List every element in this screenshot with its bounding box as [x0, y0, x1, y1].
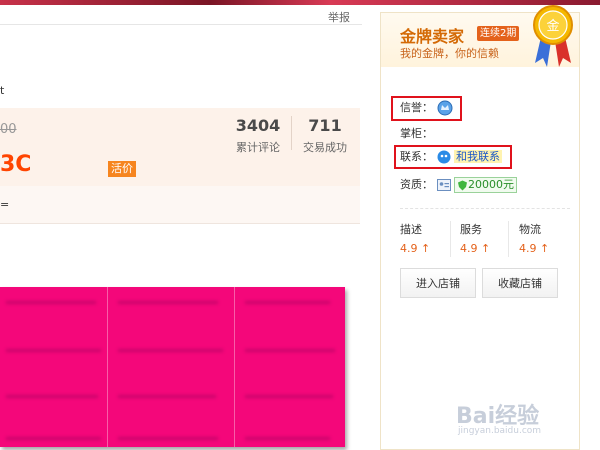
crown-rank-icon[interactable] [437, 100, 453, 116]
arrow-up-icon: ↑ [481, 242, 491, 255]
score-label: 物流 [519, 223, 541, 236]
original-price: 00 [0, 122, 17, 137]
consecutive-badge: 连续2期 [477, 26, 520, 41]
redacted-column-divider [107, 287, 108, 447]
truncated-text: = [0, 198, 10, 211]
redacted-cell [6, 349, 101, 352]
arrow-up-icon: ↑ [540, 242, 550, 255]
redacted-cell [245, 301, 330, 304]
redacted-cell [118, 395, 216, 398]
redacted-cell [118, 437, 218, 440]
score-logistics: 物流 4.9 ↑ [519, 221, 577, 255]
redacted-cell [245, 349, 335, 352]
stat-label: 累计评论 [236, 141, 280, 154]
report-link[interactable]: 举报 [328, 9, 350, 25]
redacted-table [0, 287, 345, 447]
redacted-cell [6, 301, 96, 304]
gold-seller-title: 金牌卖家 [400, 27, 465, 46]
price-box: 00 3C 活价 3404 累计评论 711 交易成功 [0, 108, 360, 186]
contact-label: 联系： [400, 150, 433, 163]
redacted-cell [245, 395, 333, 398]
redacted-cell [6, 395, 98, 398]
score-separator [508, 221, 509, 257]
seller-panel: 金牌卖家 连续2期 我的金牌，你的信赖 金 信誉： 掌柜： 联系： 和我联系 资… [380, 5, 580, 450]
keeper-label: 掌柜： [400, 127, 433, 140]
truncated-text: t [0, 84, 5, 97]
qualification-label: 资质： [400, 178, 433, 191]
promo-row: = [0, 186, 360, 224]
arrow-up-icon: ↑ [421, 242, 431, 255]
gold-seller-subtitle: 我的金牌，你的信赖 [400, 47, 499, 60]
contact-me-link[interactable]: 和我联系 [454, 150, 502, 163]
score-separator [450, 221, 451, 257]
score-service: 服务 4.9 ↑ [460, 221, 518, 255]
watermark-url: jingyan.baidu.com [458, 426, 542, 436]
sale-price: 3C [0, 152, 32, 177]
medal-char: 金 [546, 18, 559, 34]
wangwang-chat-icon[interactable] [437, 150, 451, 164]
redacted-column-divider [234, 287, 235, 447]
deposit-amount: 20000元 [468, 178, 514, 191]
redacted-cell [118, 301, 218, 304]
credit-label: 信誉： [400, 101, 433, 114]
report-row: 举报 [0, 5, 362, 25]
gold-seller-header: 金牌卖家 连续2期 我的金牌，你的信赖 金 [381, 5, 579, 67]
score-value: 4.9 ↑ [460, 242, 491, 255]
contact-row: 联系： 和我联系 [400, 148, 502, 166]
stat-reviews[interactable]: 3404 累计评论 [232, 116, 284, 155]
redacted-cell [118, 349, 223, 352]
enter-shop-button[interactable]: 进入店铺 [400, 268, 476, 298]
baidu-jingyan-watermark: Bai经验 jingyan.baidu.com [456, 398, 596, 450]
price-tag: 活价 [108, 161, 136, 177]
redacted-cell [245, 437, 330, 440]
stat-label: 交易成功 [303, 141, 347, 154]
id-card-icon[interactable] [436, 178, 451, 192]
shield-icon [458, 180, 467, 190]
deposit-badge[interactable]: 20000元 [454, 177, 517, 193]
stat-divider [291, 116, 292, 150]
credit-row: 信誉： [400, 99, 453, 117]
stat-value: 711 [308, 116, 342, 135]
stat-value: 3404 [235, 116, 281, 135]
score-label: 服务 [460, 223, 482, 236]
redacted-cell [6, 437, 101, 440]
dashed-divider [400, 208, 570, 209]
gold-medal-icon: 金 [533, 5, 573, 67]
score-value: 4.9 ↑ [519, 242, 550, 255]
stat-transactions[interactable]: 711 交易成功 [298, 116, 352, 155]
qualification-row: 资质： 20000元 [400, 176, 517, 194]
keeper-row: 掌柜： [400, 125, 433, 143]
favorite-shop-button[interactable]: 收藏店铺 [482, 268, 558, 298]
